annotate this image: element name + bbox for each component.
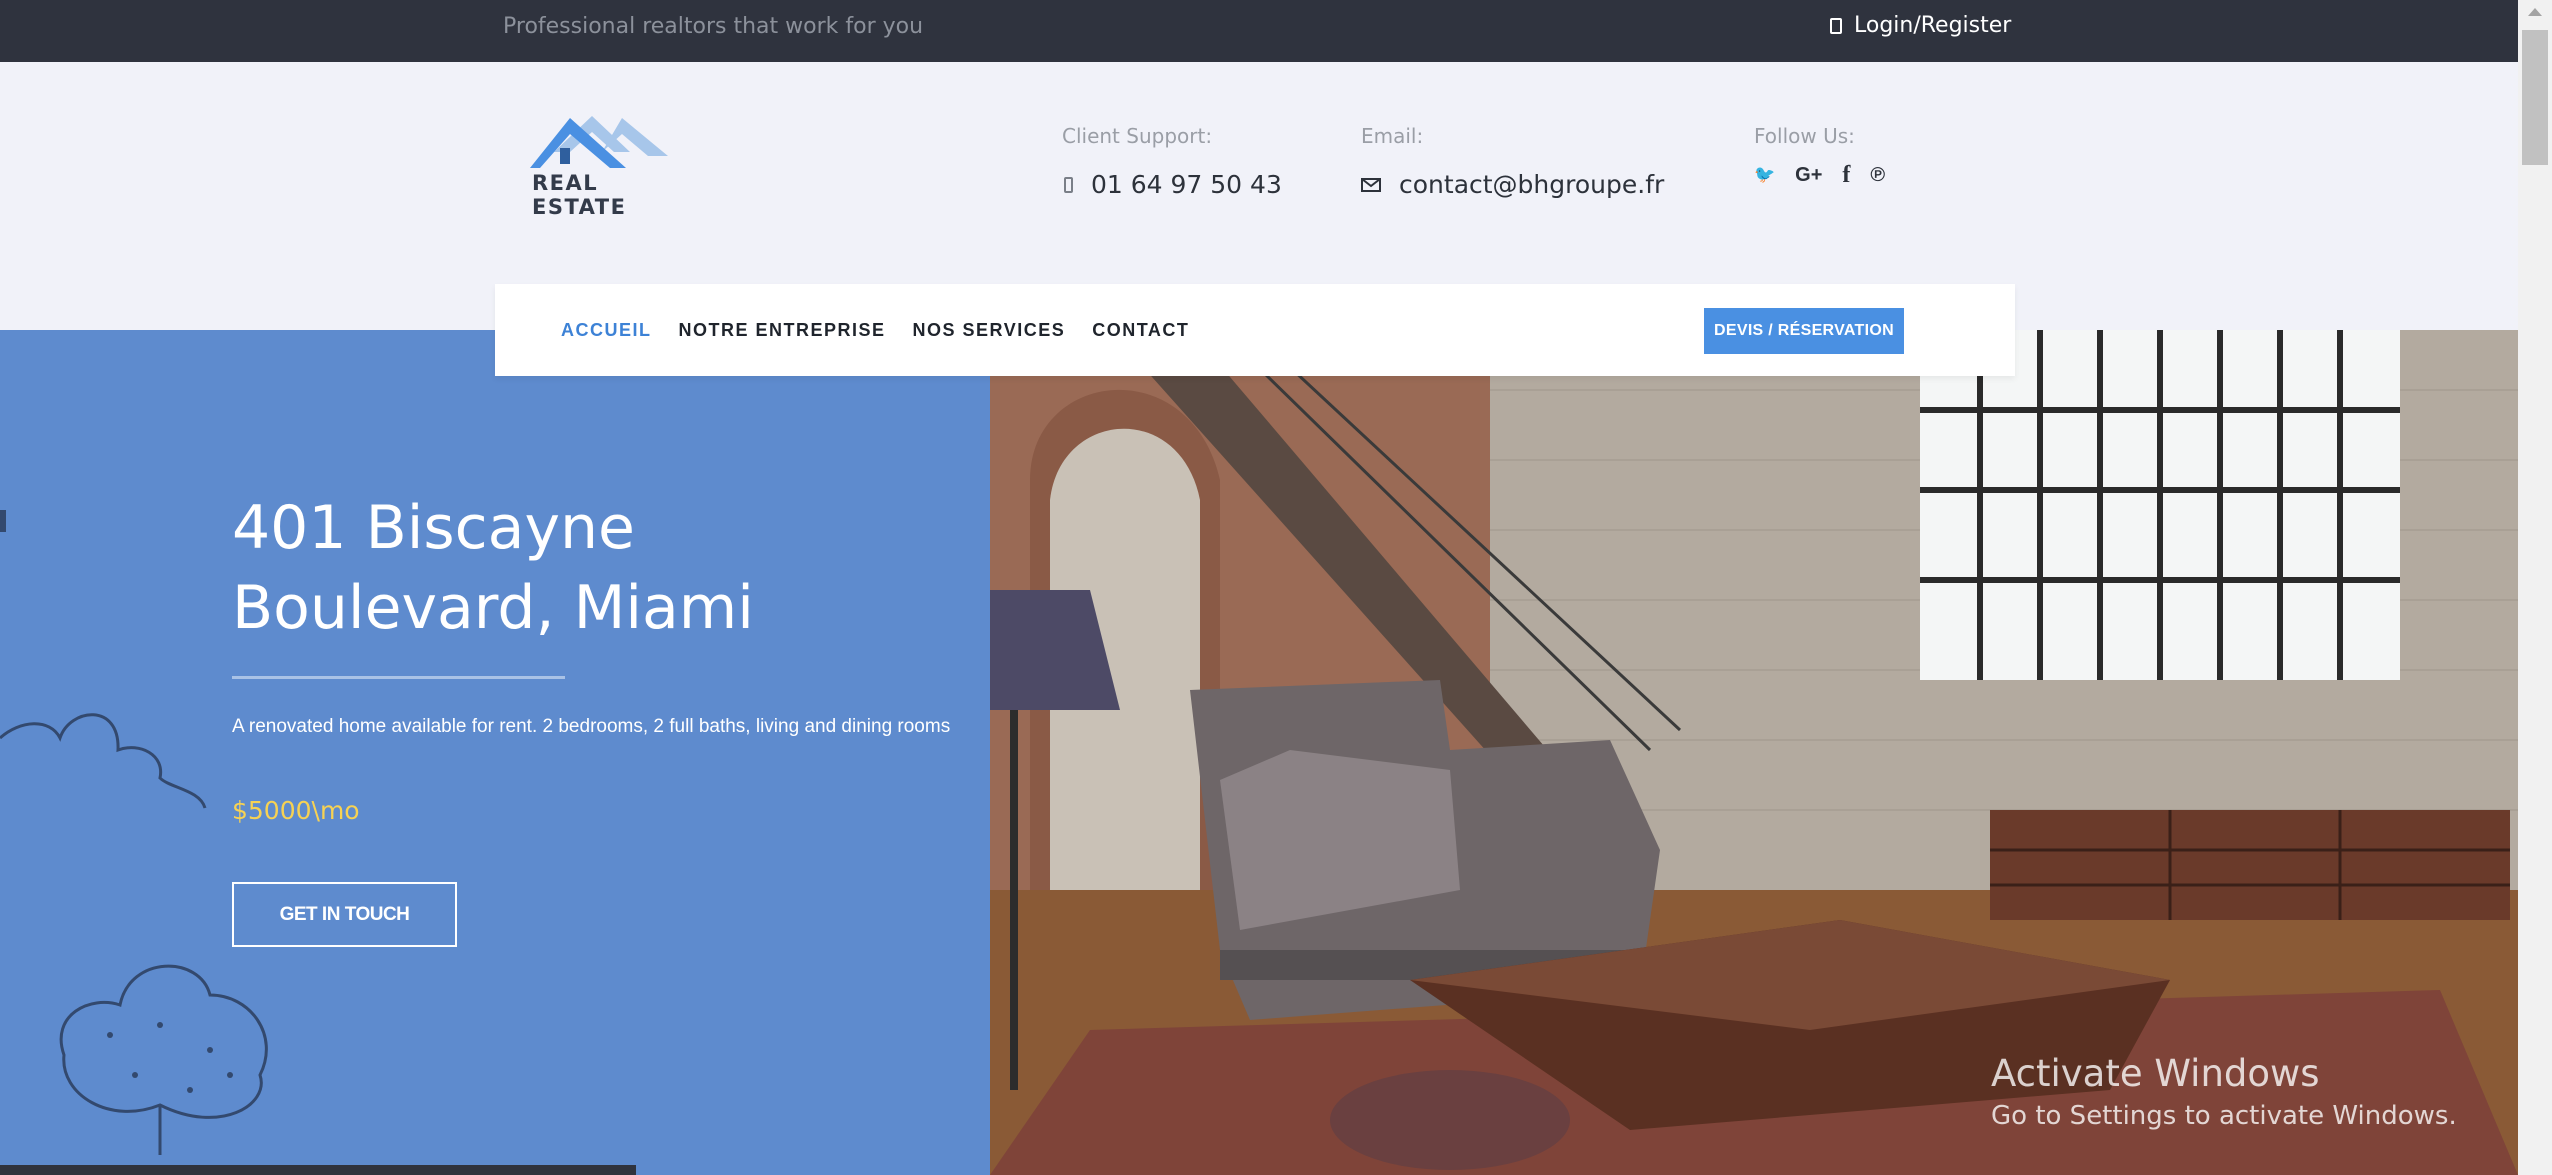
hero-image [990, 330, 2518, 1175]
social-links: 🐦 G+ f ℗ [1754, 163, 1885, 187]
logo-text: REAL ESTATE [532, 171, 627, 219]
activate-windows-title: Activate Windows [1991, 1052, 2320, 1095]
tree-outline-icon [59, 964, 268, 1155]
cloud-outline-icon [0, 713, 207, 809]
hero-price: $5000\mo [232, 796, 360, 825]
pinterest-icon[interactable]: ℗ [1870, 164, 1885, 186]
get-in-touch-button[interactable]: GET IN TOUCH [232, 882, 457, 947]
logo[interactable]: REAL ESTATE [530, 112, 700, 219]
hero-text-panel: 401 Biscayne Boulevard, Miami A renovate… [0, 330, 990, 1175]
main-navigation: ACCUEIL NOTRE ENTREPRISE NOS SERVICES CO… [495, 284, 2015, 376]
nav-links: ACCUEIL NOTRE ENTREPRISE NOS SERVICES CO… [561, 284, 1189, 376]
hero-description: A renovated home available for rent. 2 b… [232, 716, 951, 737]
facebook-icon[interactable]: f [1842, 163, 1850, 187]
vertical-scrollbar[interactable] [2518, 0, 2552, 1175]
scroll-up-arrow-icon[interactable] [2528, 8, 2542, 16]
support-phone[interactable]: 01 64 97 50 43 [1064, 170, 1282, 199]
activate-windows-watermark: Activate Windows Go to Settings to activ… [1991, 1052, 2457, 1131]
phone-icon [1064, 176, 1073, 193]
twitter-icon[interactable]: 🐦 [1754, 164, 1775, 186]
support-phone-value: 01 64 97 50 43 [1091, 170, 1282, 199]
envelope-icon [1361, 177, 1381, 192]
email-label: Email: [1361, 124, 1424, 148]
nav-item-contact[interactable]: CONTACT [1092, 320, 1189, 341]
bottom-dark-bar [0, 1165, 636, 1175]
edge-marker [0, 510, 6, 532]
loft-living-room-photo [990, 330, 2518, 1175]
client-support-label: Client Support: [1062, 124, 1213, 148]
login-register-link[interactable]: Login/Register [1830, 13, 2011, 38]
google-plus-icon[interactable]: G+ [1795, 164, 1822, 186]
hero-title: 401 Biscayne Boulevard, Miami [232, 493, 754, 643]
follow-us-label: Follow Us: [1754, 124, 1855, 148]
email-value: contact@bhgroupe.fr [1399, 170, 1665, 199]
devis-reservation-button[interactable]: DEVIS / RÉSERVATION [1704, 308, 1904, 354]
nav-item-accueil[interactable]: ACCUEIL [561, 320, 652, 341]
house-roof-logo-icon [530, 116, 668, 168]
activate-windows-subtitle: Go to Settings to activate Windows. [1991, 1101, 2457, 1131]
top-bar: Professional realtors that work for you … [0, 0, 2518, 62]
login-register-label: Login/Register [1854, 13, 2012, 38]
tagline: Professional realtors that work for you [503, 14, 924, 39]
nav-item-nos-services[interactable]: NOS SERVICES [913, 320, 1066, 341]
email-contact[interactable]: contact@bhgroupe.fr [1361, 170, 1664, 199]
scrollbar-thumb[interactable] [2522, 30, 2548, 165]
nav-item-notre-entreprise[interactable]: NOTRE ENTREPRISE [679, 320, 886, 341]
user-icon [1830, 17, 1842, 34]
hero-divider [232, 676, 565, 679]
